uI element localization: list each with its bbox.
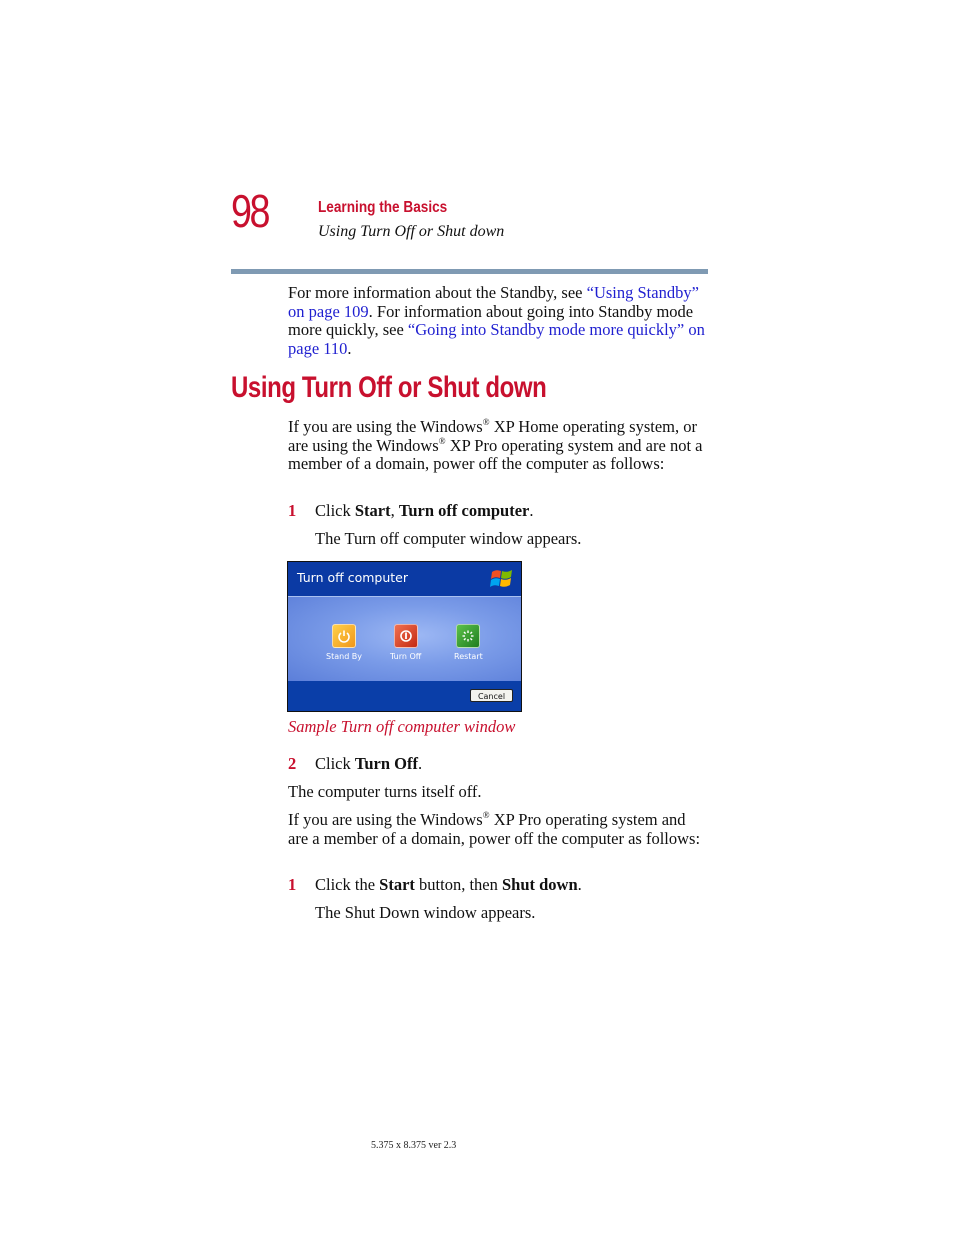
step-number: 1	[288, 501, 297, 520]
header-divider	[231, 269, 708, 274]
paragraph-xp-home: If you are using the Windows® XP Home op…	[288, 417, 708, 474]
bold-turn-off: Turn Off	[354, 754, 418, 773]
intro-text: .	[347, 338, 352, 358]
section-heading: Using Turn Off or Shut down	[231, 371, 547, 404]
windows-logo-icon	[490, 570, 512, 587]
intro-text: For more information about the Standby, …	[288, 283, 587, 302]
option-restart[interactable]: Restart	[454, 624, 483, 661]
paragraph-turns-off: The computer turns itself off.	[288, 782, 482, 801]
step-result: The Turn off computer window appears.	[315, 529, 582, 548]
paragraph-xp-pro-domain: If you are using the Windows® XP Pro ope…	[288, 810, 708, 848]
cancel-button[interactable]: Cancel	[470, 689, 513, 702]
step-result: The Shut Down window appears.	[315, 903, 536, 922]
text: .	[577, 875, 582, 894]
option-turn-off[interactable]: Turn Off	[390, 624, 421, 661]
figure-caption: Sample Turn off computer window	[288, 717, 516, 736]
text: If you are using the Windows	[288, 417, 483, 436]
bold-shut-down: Shut down	[501, 875, 578, 894]
text: button, then	[414, 875, 502, 894]
registered-mark: ®	[438, 435, 446, 446]
text: Click the	[315, 875, 380, 894]
bold-turn-off-computer: Turn off computer	[398, 501, 530, 520]
option-label: Turn Off	[390, 652, 422, 661]
intro-paragraph: For more information about the Standby, …	[288, 283, 708, 358]
registered-mark: ®	[482, 417, 490, 427]
step-number: 2	[288, 754, 297, 773]
step-text: Click Turn Off.	[315, 754, 423, 774]
bold-start: Start	[354, 501, 391, 520]
power-icon	[393, 624, 418, 648]
step-text: Click the Start button, then Shut down.	[315, 875, 582, 895]
text: Click	[315, 501, 355, 520]
text: .	[418, 754, 423, 773]
text: Click	[315, 754, 355, 773]
restart-icon	[456, 624, 481, 648]
page-number: 98	[231, 185, 271, 237]
step-number: 1	[288, 875, 297, 894]
standby-icon	[332, 624, 357, 648]
chapter-title: Learning the Basics	[318, 199, 448, 216]
registered-mark: ®	[482, 810, 490, 820]
bold-start: Start	[379, 875, 415, 894]
option-label: Restart	[454, 652, 483, 661]
section-subtitle: Using Turn Off or Shut down	[318, 223, 505, 240]
option-stand-by[interactable]: Stand By	[326, 624, 362, 661]
turn-off-computer-dialog: Turn off computer Stand By Turn Off Rest…	[287, 561, 522, 712]
page-footer: 5.375 x 8.375 ver 2.3	[371, 1140, 457, 1151]
text: .	[529, 501, 534, 520]
step-text: Click Start, Turn off computer.	[315, 501, 534, 521]
text: If you are using the Windows	[288, 810, 483, 829]
option-label: Stand By	[326, 652, 363, 661]
dialog-title: Turn off computer	[297, 570, 408, 585]
text: ,	[390, 501, 399, 520]
dialog-title-bar: Turn off computer	[288, 562, 521, 596]
